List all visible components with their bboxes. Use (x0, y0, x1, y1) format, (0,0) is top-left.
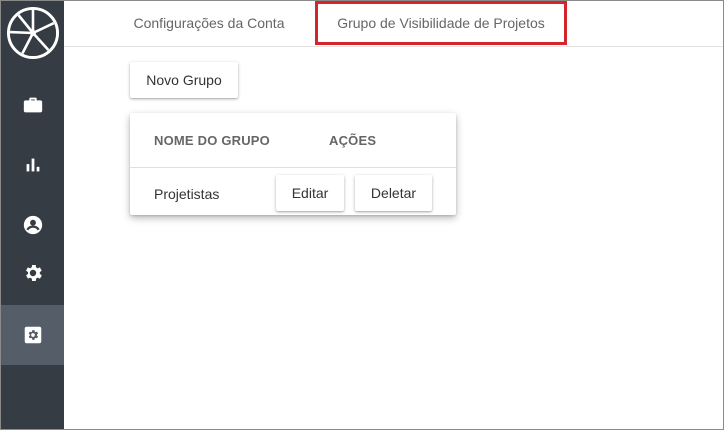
group-name-cell: Projetistas (154, 186, 220, 202)
bar-chart-icon (22, 154, 44, 176)
aperture-logo-icon[interactable] (7, 7, 59, 59)
sidebar-item-projects[interactable] (1, 79, 64, 131)
app-window: Configurações da Conta Grupo de Visibili… (0, 0, 724, 430)
groups-table-card: NOME DO GRUPO AÇÕES Projetistas Editar D… (130, 113, 456, 215)
sidebar-item-admin-settings[interactable] (1, 305, 64, 365)
column-header-actions: AÇÕES (329, 133, 377, 148)
column-header-group-name: NOME DO GRUPO (154, 133, 270, 148)
sidebar-item-reports[interactable] (1, 139, 64, 191)
settings-box-icon (22, 324, 44, 346)
tab-account-settings[interactable]: Configurações da Conta (124, 1, 294, 45)
sidebar-item-account[interactable] (1, 199, 64, 251)
tab-project-visibility-group[interactable]: Grupo de Visibilidade de Projetos (315, 1, 567, 45)
sidebar (1, 1, 64, 429)
table-header: NOME DO GRUPO AÇÕES (130, 113, 456, 168)
edit-button[interactable]: Editar (276, 175, 344, 211)
new-group-button[interactable]: Novo Grupo (130, 62, 238, 98)
account-circle-icon (22, 214, 44, 236)
delete-button[interactable]: Deletar (355, 175, 432, 211)
sidebar-item-settings[interactable] (1, 247, 64, 299)
tab-bar: Configurações da Conta Grupo de Visibili… (64, 1, 723, 47)
briefcase-icon (22, 94, 44, 116)
gear-icon (22, 262, 44, 284)
